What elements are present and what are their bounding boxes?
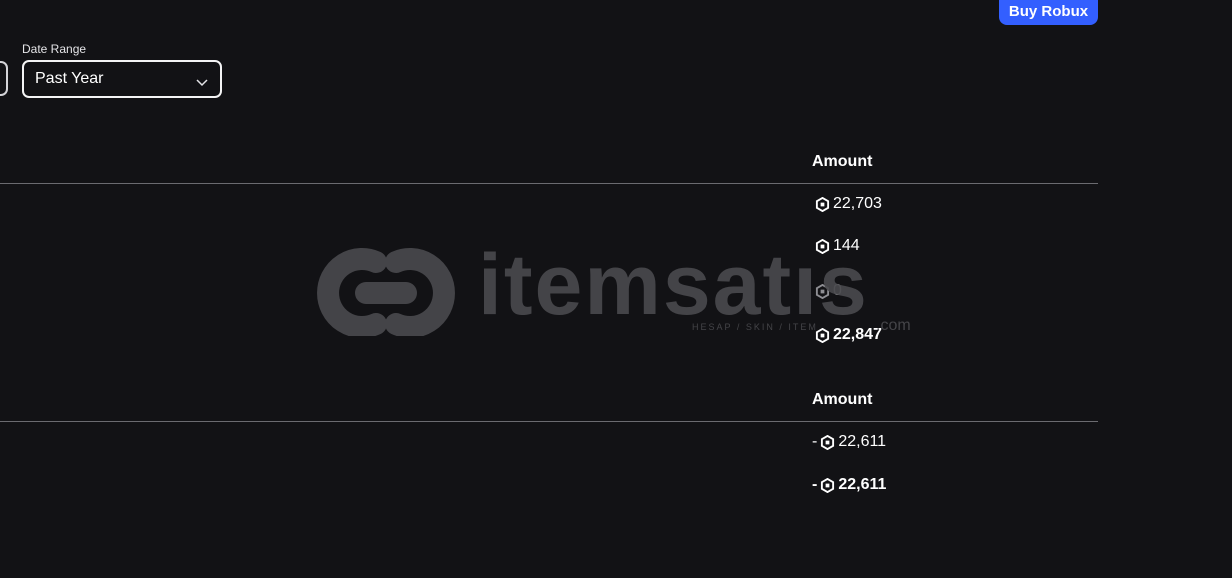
partial-filter-select[interactable]: [0, 61, 8, 96]
robux-icon: [821, 477, 835, 493]
amount-row: 0: [815, 282, 842, 300]
amount-row: - 22,611: [812, 433, 886, 451]
chevron-down-icon: [196, 74, 208, 92]
svg-text:itemsatıs: itemsatıs: [478, 244, 869, 333]
amount-header: Amount: [812, 391, 873, 408]
date-range-select[interactable]: Past Year: [22, 60, 222, 98]
robux-icon: [815, 283, 830, 299]
svg-text:HESAP / SKIN / ITEM: HESAP / SKIN / ITEM: [692, 322, 818, 332]
amount-value: 22,611: [838, 476, 887, 493]
amount-value: 144: [833, 237, 860, 254]
amount-row: 22,703: [815, 195, 882, 213]
date-range-value: Past Year: [35, 70, 104, 87]
robux-icon: [815, 196, 830, 212]
amount-value: 0: [833, 282, 842, 299]
amount-value: 22,847: [833, 326, 882, 343]
amount-value: 22,703: [833, 195, 882, 212]
robux-icon: [815, 327, 830, 343]
negative-sign: -: [812, 476, 818, 493]
robux-icon: [815, 238, 830, 254]
table-divider: [0, 183, 1098, 184]
negative-sign: -: [812, 433, 818, 450]
date-range-label: Date Range: [22, 42, 87, 56]
amount-row: 144: [815, 237, 860, 255]
amount-total-row: 22,847: [815, 326, 882, 344]
buy-robux-button[interactable]: Buy Robux: [999, 0, 1098, 25]
robux-icon: [821, 434, 835, 450]
amount-total-row: - 22,611: [812, 476, 886, 494]
amount-value: 22,611: [838, 433, 887, 450]
amount-header: Amount: [812, 153, 873, 170]
table-divider: [0, 421, 1098, 422]
